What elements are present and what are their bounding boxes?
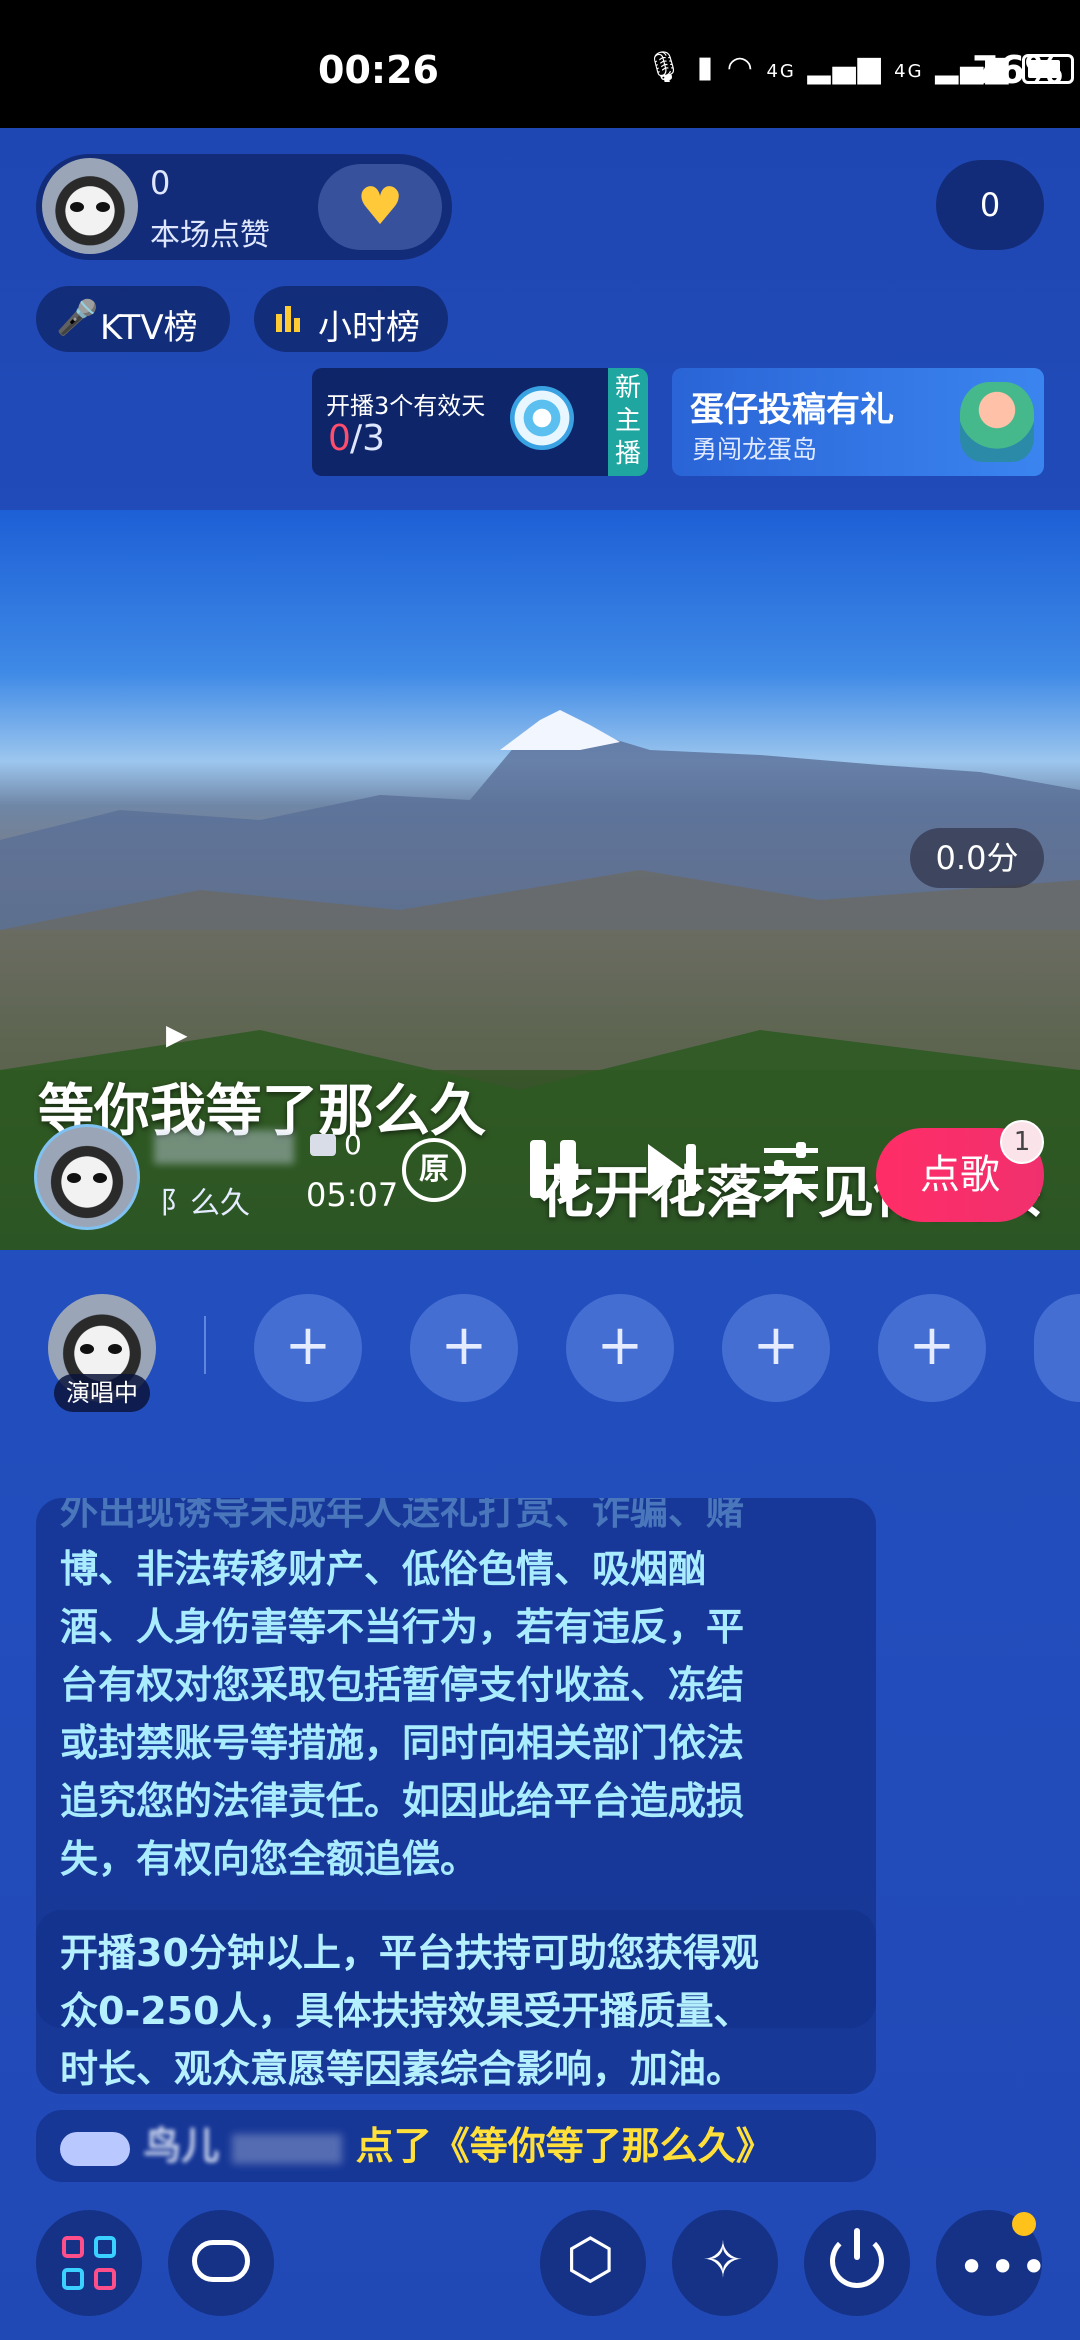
event-subtitle: 勇闯龙蛋岛 xyxy=(692,435,818,464)
empty-seat-6[interactable] xyxy=(1034,1294,1080,1402)
event-title: 蛋仔投稿有礼 xyxy=(690,390,894,430)
ktv-rank-button[interactable]: 🎤 KTV榜 xyxy=(36,286,230,352)
microphone-icon: 🎙 xyxy=(645,50,686,85)
notice-line: 或封禁账号等措施，同时向相关部门依法 xyxy=(60,1721,745,1765)
support-line: 时长、观众意愿等因素综合影响，加油。 xyxy=(60,2047,745,2091)
hexagon-icon: ⬡ xyxy=(566,2227,615,2292)
order-message-text: 点了《等你等了那么久》 xyxy=(355,2124,774,2168)
task-progress-total: /3 xyxy=(350,418,386,459)
empty-seat-3[interactable]: + xyxy=(566,1294,674,1402)
support-line: 开播30分钟以上，平台扶持可助您获得观 xyxy=(60,1931,759,1975)
effects-button[interactable]: ⬡ xyxy=(540,2210,646,2316)
event-banner[interactable]: 蛋仔投稿有礼 勇闯龙蛋岛 xyxy=(672,368,1044,476)
song-order-message[interactable]: 鸟儿 点了《等你等了那么久》 xyxy=(36,2110,876,2182)
score-text: 0.0分 xyxy=(935,839,1019,877)
orderer-name-blurred xyxy=(232,2133,343,2164)
add-seat-icon: + xyxy=(440,1313,488,1378)
support-message: 开播30分钟以上，平台扶持可助您获得观 众0-250人，具体扶持效果受开播质量、… xyxy=(36,1910,876,2094)
likes-label: 本场点赞 xyxy=(150,218,270,253)
likes-count: 0 xyxy=(150,164,171,202)
status-bar: 00:26 🎙 ▮ ◠ 4G ▂▄▆ 4G ▂▄▆ 76% xyxy=(0,0,1080,128)
empty-seat-1[interactable]: + xyxy=(254,1294,362,1402)
target-icon xyxy=(510,386,574,450)
support-line: 众0-250人，具体扶持效果受开播质量、 xyxy=(60,1989,752,2033)
user-level-badge xyxy=(60,2131,130,2166)
hour-rank-label: 小时榜 xyxy=(318,308,420,348)
notice-faded-line: 外出现诱导未成年人送礼打赏、诈骗、赌 xyxy=(60,1498,745,1533)
next-song-button[interactable] xyxy=(646,1140,706,1200)
notice-line: 失，有权向您全额追偿。 xyxy=(60,1837,479,1881)
magic-wand-button[interactable]: ✧ xyxy=(672,2210,778,2316)
task-title: 开播3个有效天 xyxy=(326,392,486,420)
magic-wand-icon: ✧ xyxy=(702,2231,744,2289)
status-time: 00:26 xyxy=(318,48,439,92)
add-seat-icon: + xyxy=(908,1313,956,1378)
pause-icon xyxy=(530,1140,546,1198)
dragon-mascot-icon xyxy=(960,382,1034,462)
next-icon xyxy=(648,1144,684,1196)
order-song-label: 点歌 xyxy=(920,1152,1000,1198)
singing-label: 演唱中 xyxy=(66,1379,138,1407)
audio-settings-button[interactable] xyxy=(762,1142,822,1198)
singer-name-blurred xyxy=(154,1130,294,1164)
original-vocal-button[interactable]: 原 xyxy=(402,1138,466,1202)
task-progress-done: 0 xyxy=(328,418,351,459)
notice-line: 博、非法转移财产、低俗色情、吸烟酗 xyxy=(60,1547,707,1591)
score-pill: 0.0分 xyxy=(910,828,1044,888)
add-seat-icon: + xyxy=(596,1313,644,1378)
battery-percent: 76% xyxy=(972,48,1063,92)
notice-line: 台有权对您采取包括暂停支付收益、冻结 xyxy=(60,1663,745,1707)
original-label: 原 xyxy=(419,1152,449,1187)
viewer-count-pill[interactable]: 0 xyxy=(936,160,1044,250)
orderer-name: 鸟儿 xyxy=(143,2124,220,2168)
bar-chart-icon xyxy=(276,306,300,332)
notice-line: 酒、人身伤害等不当行为，若有违反，平 xyxy=(60,1605,745,1649)
more-notification-dot xyxy=(1012,2212,1036,2236)
hour-rank-button[interactable]: 小时榜 xyxy=(254,286,448,352)
network-label-1: 4G xyxy=(766,61,796,82)
pause-button[interactable] xyxy=(526,1138,586,1202)
gift-count: 0 xyxy=(344,1128,362,1161)
grid-icon xyxy=(62,2236,84,2258)
mic-icon: 🎤 xyxy=(56,298,99,338)
chat-bubble-icon xyxy=(192,2240,250,2282)
empty-seat-4[interactable]: + xyxy=(722,1294,830,1402)
play-time: 05:07 xyxy=(306,1176,399,1214)
empty-seat-2[interactable]: + xyxy=(410,1294,518,1402)
new-host-badge-text: 新主播 xyxy=(614,373,641,469)
chat-button[interactable] xyxy=(168,2210,274,2316)
gift-icon xyxy=(310,1134,336,1156)
heart-icon: ♥ xyxy=(356,177,404,237)
viewer-count: 0 xyxy=(979,186,1001,224)
empty-seat-5[interactable]: + xyxy=(878,1294,986,1402)
broadcast-task-card[interactable]: 开播3个有效天 0 /3 新主播 xyxy=(312,368,648,476)
song-title-fragment: 阝么久 xyxy=(160,1186,250,1221)
order-count-badge: 1 xyxy=(1000,1120,1044,1164)
order-count: 1 xyxy=(1013,1127,1031,1157)
seat-divider xyxy=(204,1316,206,1374)
wifi-icon: ◠ xyxy=(726,50,755,85)
heart-button[interactable]: ♥ xyxy=(318,164,442,250)
end-live-button[interactable] xyxy=(804,2210,910,2316)
ktv-rank-label: KTV榜 xyxy=(100,308,198,348)
add-seat-icon: + xyxy=(752,1313,800,1378)
equalizer-icon xyxy=(764,1148,818,1153)
singer-avatar[interactable] xyxy=(34,1124,140,1230)
live-room: 0 本场点赞 ♥ 0 🎤 KTV榜 小时榜 开播3个有效天 0 /3 新主播 蛋… xyxy=(0,128,1080,2340)
add-seat-icon: + xyxy=(284,1313,332,1378)
player-controls: 阝么久 0 05:07 原 点歌 1 xyxy=(0,1118,1080,1238)
vibrate-icon: ▮ xyxy=(696,50,716,85)
lyric-progress-icon: ▶ xyxy=(166,1018,188,1051)
singing-badge: 演唱中 xyxy=(54,1374,150,1412)
more-icon: ••• xyxy=(958,2240,1052,2294)
host-avatar[interactable] xyxy=(42,158,138,254)
apps-button[interactable] xyxy=(36,2210,142,2316)
signal-icon: ▂▄▆ xyxy=(807,50,883,85)
notice-line: 追究您的法律责任。如因此给平台造成损 xyxy=(60,1779,745,1823)
host-info-pill[interactable]: 0 本场点赞 ♥ xyxy=(36,154,452,260)
new-host-badge: 新主播 xyxy=(608,368,648,476)
network-label-2: 4G xyxy=(894,61,924,82)
